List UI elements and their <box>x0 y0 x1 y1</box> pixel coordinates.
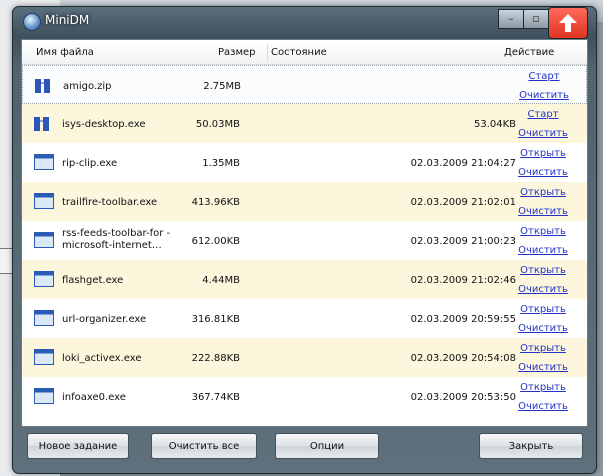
column-header-action[interactable]: Действие <box>504 47 554 58</box>
row-actions: Открыть Очистить <box>508 222 578 260</box>
clear-link[interactable]: Очистить <box>508 202 578 221</box>
close-button[interactable]: Закрыть <box>479 433 583 459</box>
file-name: amigo.zip <box>63 81 112 92</box>
start-link[interactable]: Старт <box>509 67 579 86</box>
rows-container: amigo.zip 2.75MB Старт Очистить isys-des… <box>22 65 587 416</box>
window-controls: – ▫ <box>498 7 588 39</box>
file-size: 2.75MB <box>203 81 241 92</box>
exe-window-icon <box>34 310 54 326</box>
file-status: 02.03.2009 21:00:23 <box>410 236 516 247</box>
open-link[interactable]: Открыть <box>508 300 578 319</box>
open-link[interactable]: Открыть <box>508 222 578 241</box>
open-link[interactable]: Открыть <box>508 183 578 202</box>
open-link[interactable]: Открыть <box>508 378 578 397</box>
open-link[interactable]: Открыть <box>508 144 578 163</box>
file-size: 413.96KB <box>191 197 240 208</box>
row-actions: Старт Очистить <box>508 105 578 143</box>
file-status: 53.04KB <box>473 119 516 130</box>
file-size: 50.03MB <box>195 119 240 130</box>
column-header-size[interactable]: Размер <box>218 47 256 58</box>
button-bar: Новое задание Очистить все Опции Закрыть <box>21 431 586 467</box>
exe-window-icon <box>34 271 54 287</box>
clear-link[interactable]: Очистить <box>508 241 578 260</box>
row-actions: Старт Очистить <box>509 67 579 105</box>
row-actions: Открыть Очистить <box>508 339 578 377</box>
file-size: 4.44MB <box>202 275 240 286</box>
file-name: rss-feeds-toolbar-for -microsoft-interne… <box>62 228 171 251</box>
table-row[interactable]: amigo.zip 2.75MB Старт Очистить <box>22 65 587 104</box>
close-window-button[interactable] <box>548 7 588 39</box>
minimize-button[interactable]: – <box>498 9 524 29</box>
zip-archive-icon <box>34 117 49 131</box>
open-link[interactable]: Открыть <box>508 339 578 358</box>
file-status: 02.03.2009 20:59:55 <box>410 314 516 325</box>
list-header: Имя файла Размер Состояние Действие <box>22 40 587 65</box>
column-header-name[interactable]: Имя файла <box>36 47 94 58</box>
table-row[interactable]: loki_activex.exe 222.88KB 02.03.2009 20:… <box>22 338 587 377</box>
clear-link[interactable]: Очистить <box>508 280 578 299</box>
table-row[interactable]: isys-desktop.exe 50.03MB 53.04KB Старт О… <box>22 104 587 143</box>
new-task-button[interactable]: Новое задание <box>27 433 129 459</box>
window-title: MiniDM <box>45 13 90 27</box>
row-actions: Открыть Очистить <box>508 378 578 416</box>
file-status: 02.03.2009 21:02:01 <box>410 197 516 208</box>
row-actions: Открыть Очистить <box>508 183 578 221</box>
clear-link[interactable]: Очистить <box>509 86 579 105</box>
open-link[interactable]: Открыть <box>508 261 578 280</box>
exe-window-icon <box>34 193 54 209</box>
file-name: trailfire-toolbar.exe <box>62 197 158 208</box>
table-row[interactable]: rip-clip.exe 1.35MB 02.03.2009 21:04:27 … <box>22 143 587 182</box>
row-actions: Открыть Очистить <box>508 261 578 299</box>
file-status: 02.03.2009 20:53:50 <box>410 392 516 403</box>
table-row[interactable]: trailfire-toolbar.exe 413.96KB 02.03.200… <box>22 182 587 221</box>
downloads-list: Имя файла Размер Состояние Действие amig… <box>21 39 588 427</box>
file-status: 02.03.2009 20:54:08 <box>410 353 516 364</box>
row-actions: Открыть Очистить <box>508 300 578 338</box>
file-size: 222.88KB <box>191 353 240 364</box>
minidm-window: MiniDM – ▫ Имя файла Размер Состояние Де… <box>12 6 597 474</box>
file-size: 612.00KB <box>191 236 240 247</box>
zip-archive-icon <box>35 79 50 93</box>
maximize-button[interactable]: ▫ <box>523 9 549 29</box>
table-row[interactable]: rss-feeds-toolbar-for -microsoft-interne… <box>22 221 587 260</box>
file-name: url-organizer.exe <box>62 314 147 325</box>
row-actions: Открыть Очистить <box>508 144 578 182</box>
file-name: isys-desktop.exe <box>62 119 146 130</box>
options-button[interactable]: Опции <box>275 433 379 459</box>
clear-link[interactable]: Очистить <box>508 358 578 377</box>
table-row[interactable]: infoaxe0.exe 367.74KB 02.03.2009 20:53:5… <box>22 377 587 416</box>
clear-link[interactable]: Очистить <box>508 124 578 143</box>
up-arrow-icon <box>559 14 577 32</box>
file-size: 316.81KB <box>191 314 240 325</box>
file-status: 02.03.2009 21:04:27 <box>410 158 516 169</box>
file-size: 367.74KB <box>191 392 240 403</box>
exe-window-icon <box>34 232 54 248</box>
header-divider <box>267 44 268 60</box>
table-row[interactable]: flashget.exe 4.44MB 02.03.2009 21:02:46 … <box>22 260 587 299</box>
app-icon <box>23 13 41 31</box>
exe-window-icon <box>34 349 54 365</box>
column-header-status[interactable]: Состояние <box>271 47 327 58</box>
file-size: 1.35MB <box>202 158 240 169</box>
clear-link[interactable]: Очистить <box>508 319 578 338</box>
file-name: loki_activex.exe <box>62 353 142 364</box>
clear-link[interactable]: Очистить <box>508 397 578 416</box>
clear-all-button[interactable]: Очистить все <box>151 433 257 459</box>
exe-window-icon <box>34 154 54 170</box>
start-link[interactable]: Старт <box>508 105 578 124</box>
title-bar[interactable]: MiniDM – ▫ <box>13 7 596 39</box>
table-row[interactable]: url-organizer.exe 316.81KB 02.03.2009 20… <box>22 299 587 338</box>
file-status: 02.03.2009 21:02:46 <box>410 275 516 286</box>
file-name: infoaxe0.exe <box>62 392 126 403</box>
clear-link[interactable]: Очистить <box>508 163 578 182</box>
file-name: flashget.exe <box>62 275 124 286</box>
exe-window-icon <box>34 388 54 404</box>
file-name: rip-clip.exe <box>62 158 118 169</box>
